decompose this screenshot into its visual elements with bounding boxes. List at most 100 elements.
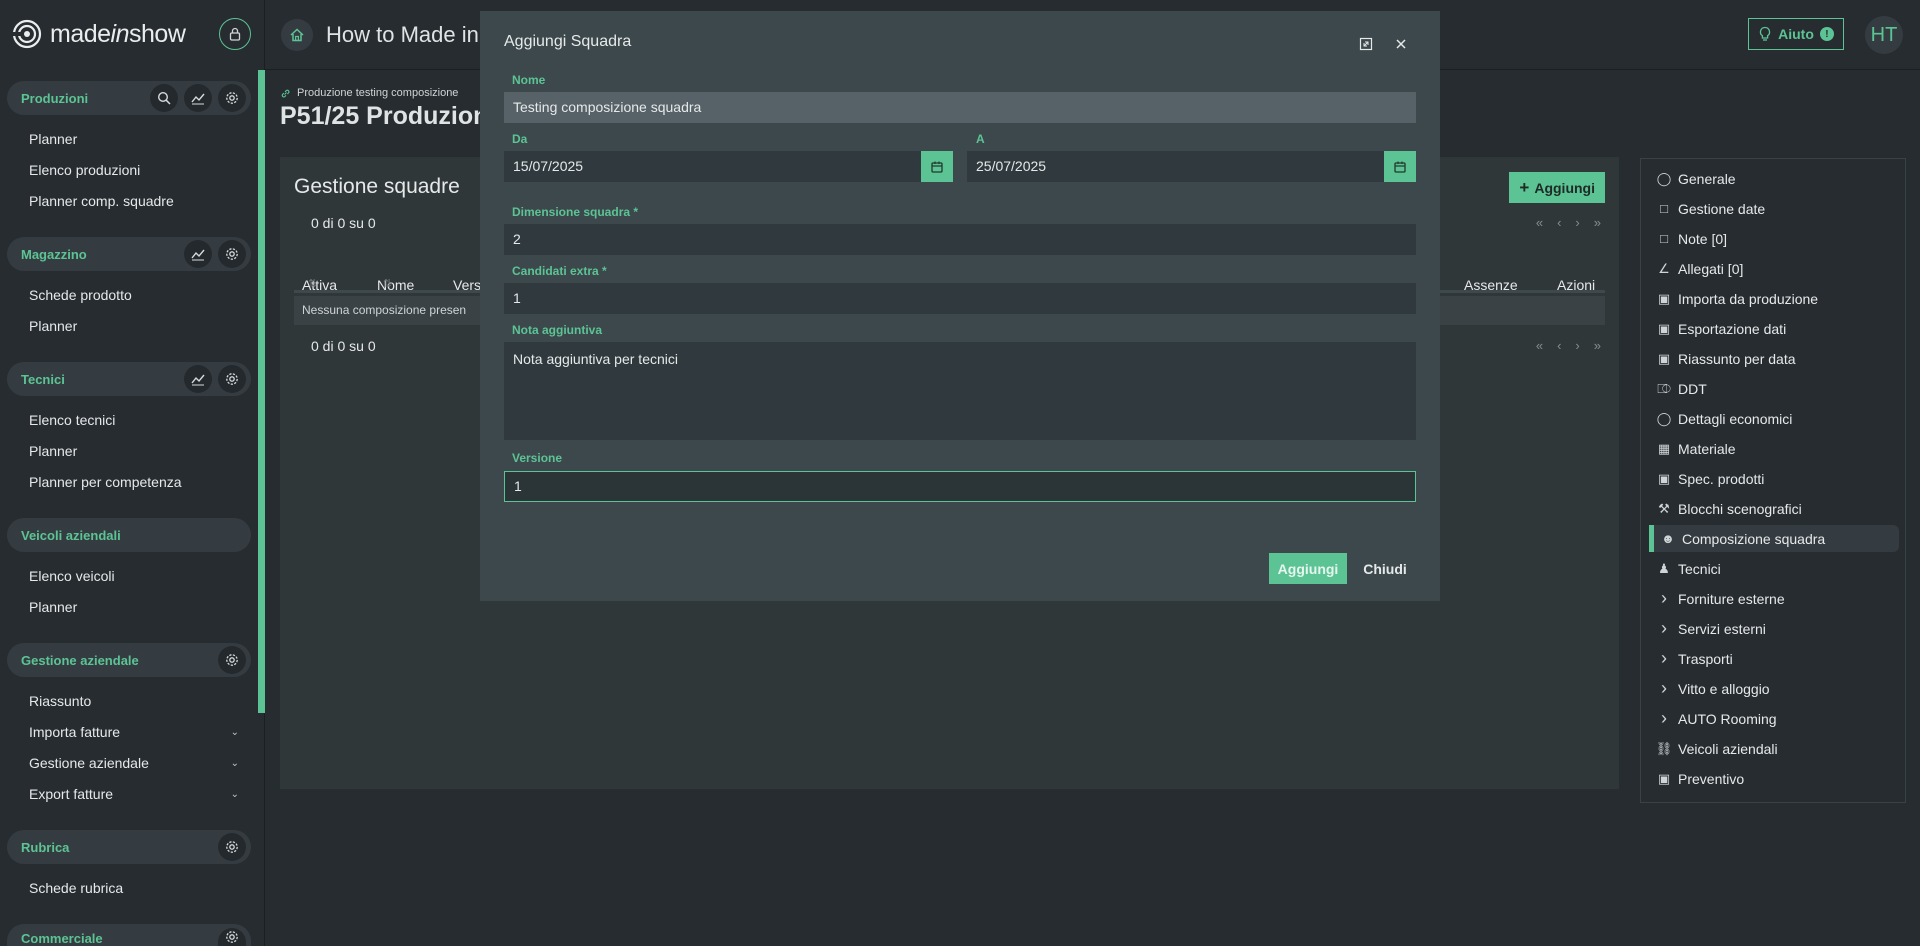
da-label: Da xyxy=(512,132,528,146)
breadcrumb[interactable]: Produzione testing composizione xyxy=(280,87,458,99)
add-squad-button[interactable]: + Aggiungi xyxy=(1509,172,1605,203)
plus-icon: + xyxy=(1519,178,1530,197)
sidebar-section-rubrica[interactable]: Rubrica xyxy=(7,830,251,864)
menu-item-tecnici[interactable]: ♟ Tecnici xyxy=(1649,555,1899,582)
sidebar-item-planner-veicoli[interactable]: Planner xyxy=(29,599,239,615)
sidebar-item-gestione-aziendale[interactable]: Gestione aziendale ⌄ xyxy=(29,755,239,771)
sidebar-item-riassunto[interactable]: Riassunto xyxy=(29,693,239,709)
sidebar-item-elenco-veicoli[interactable]: Elenco veicoli xyxy=(29,568,239,584)
menu-item-preventivo[interactable]: ▣ Preventivo xyxy=(1649,765,1899,792)
nota-textarea[interactable]: Nota aggiuntiva per tecnici xyxy=(504,342,1416,440)
menu-item-importa-da-produzione[interactable]: ▣ Importa da produzione xyxy=(1649,285,1899,312)
dimensione-input[interactable]: 2 xyxy=(504,224,1416,255)
sidebar-item-elenco-tecnici[interactable]: Elenco tecnici xyxy=(29,412,239,428)
menu-item-spec-prodotti[interactable]: ▣ Spec. prodotti xyxy=(1649,465,1899,492)
menu-item-auto-rooming[interactable]: › AUTO Rooming xyxy=(1649,705,1899,732)
sidebar-item-planner[interactable]: Planner xyxy=(29,131,239,147)
moneybag-icon: ◯ xyxy=(1656,410,1672,426)
a-date-input[interactable]: 25/07/2025 xyxy=(967,151,1385,182)
gear-icon[interactable] xyxy=(218,833,246,861)
versione-label: Versione xyxy=(512,451,563,465)
lock-button[interactable] xyxy=(219,18,251,50)
menu-item-servizi-esterni[interactable]: › Servizi esterni xyxy=(1649,615,1899,642)
last-page-icon[interactable]: » xyxy=(1594,215,1601,230)
menu-item-label: Tecnici xyxy=(1678,560,1721,577)
sidebar-item-export-fatture[interactable]: Export fatture ⌄ xyxy=(29,786,239,802)
versione-input[interactable]: 1 xyxy=(504,471,1416,502)
next-page-icon[interactable]: › xyxy=(1575,338,1579,353)
chart-line-icon[interactable] xyxy=(184,365,212,393)
candidati-input[interactable]: 1 xyxy=(504,283,1416,314)
tag-icon: ◯ xyxy=(1656,170,1672,186)
breadcrumb-label: Produzione testing composizione xyxy=(297,87,459,99)
prev-page-icon[interactable]: ‹ xyxy=(1557,215,1561,230)
menu-item-riassunto-per-data[interactable]: ▣ Riassunto per data xyxy=(1649,345,1899,372)
sidebar-item-importa-fatture[interactable]: Importa fatture ⌄ xyxy=(29,724,239,740)
menu-item-veicoli-aziendali[interactable]: ⛓ Veicoli aziendali xyxy=(1649,735,1899,762)
menu-item-composizione-squadra[interactable]: ☻ Composizione squadra xyxy=(1649,525,1899,552)
chart-line-icon[interactable] xyxy=(184,240,212,268)
brand-logo[interactable]: madeinshow xyxy=(12,16,186,52)
chevron-down-icon: ⌄ xyxy=(230,757,239,769)
gear-icon[interactable] xyxy=(218,928,246,946)
file-invoice-icon: ▣ xyxy=(1657,770,1671,786)
first-page-icon[interactable]: « xyxy=(1536,215,1543,230)
sidebar-item-planner-per-competenza[interactable]: Planner per competenza xyxy=(29,474,239,490)
gear-icon[interactable] xyxy=(218,240,246,268)
gear-icon[interactable] xyxy=(218,84,246,112)
close-button[interactable]: Chiudi xyxy=(1354,553,1416,584)
menu-item-vitto-e-alloggio[interactable]: › Vitto e alloggio xyxy=(1649,675,1899,702)
menu-item-esportazione-dati[interactable]: ▣ Esportazione dati xyxy=(1649,315,1899,342)
menu-item-label: Note [0] xyxy=(1678,230,1728,247)
nome-input[interactable]: Testing composizione squadra xyxy=(504,92,1416,123)
sidebar-item-schede-prodotto[interactable]: Schede prodotto xyxy=(29,287,239,303)
lock-icon xyxy=(229,27,241,41)
calendar-icon[interactable] xyxy=(1384,151,1416,182)
sidebar-section-magazzino[interactable]: Magazzino xyxy=(7,237,251,271)
da-date-input[interactable]: 15/07/2025 xyxy=(504,151,922,182)
menu-item-allegati-0[interactable]: ∠ Allegati [0] xyxy=(1649,255,1899,282)
menu-item-label: DDT xyxy=(1678,380,1707,397)
menu-item-forniture-esterne[interactable]: › Forniture esterne xyxy=(1649,585,1899,612)
sidebar-section-tecnici[interactable]: Tecnici xyxy=(7,362,251,396)
nav-label: Importa fatture xyxy=(29,724,121,740)
sidebar-item-planner-magazzino[interactable]: Planner xyxy=(29,318,239,334)
home-button[interactable] xyxy=(281,19,313,51)
chart-line-icon[interactable] xyxy=(184,84,212,112)
home-icon xyxy=(290,28,304,42)
first-page-icon[interactable]: « xyxy=(1536,338,1543,353)
sidebar-section-gestione-aziendale[interactable]: Gestione aziendale xyxy=(7,643,251,677)
menu-item-trasporti[interactable]: › Trasporti xyxy=(1649,645,1899,672)
menu-item-note-0[interactable]: □ Note [0] xyxy=(1649,225,1899,252)
close-icon[interactable] xyxy=(1392,35,1410,53)
sidebar-section-produzioni[interactable]: Produzioni xyxy=(7,81,251,115)
submit-button[interactable]: Aggiungi xyxy=(1269,553,1347,584)
menu-item-ddt[interactable]: ⎄ DDT xyxy=(1649,375,1899,402)
bulb-icon xyxy=(1759,26,1771,41)
sidebar-section-veicoli-aziendali[interactable]: Veicoli aziendali xyxy=(7,518,251,552)
gear-icon[interactable] xyxy=(218,646,246,674)
sidebar-item-planner-tecnici[interactable]: Planner xyxy=(29,443,239,459)
sidebar-item-planner-comp-squadre[interactable]: Planner comp. squadre xyxy=(29,193,239,209)
menu-item-dettagli-economici[interactable]: ◯ Dettagli economici xyxy=(1649,405,1899,432)
nav-label: Planner xyxy=(29,131,78,147)
paperclip-icon: ∠ xyxy=(1658,260,1670,276)
menu-item-generale[interactable]: ◯ Generale xyxy=(1649,165,1899,192)
menu-item-gestione-date[interactable]: □ Gestione date xyxy=(1649,195,1899,222)
calendar-event-icon: ▣ xyxy=(1657,350,1671,366)
avatar[interactable]: HT xyxy=(1865,16,1903,54)
menu-item-materiale[interactable]: ▦ Materiale xyxy=(1649,435,1899,462)
calendar-icon[interactable] xyxy=(921,151,953,182)
sidebar-item-elenco-produzioni[interactable]: Elenco produzioni xyxy=(29,162,239,178)
gear-icon[interactable] xyxy=(218,365,246,393)
search-icon[interactable] xyxy=(150,84,178,112)
last-page-icon[interactable]: » xyxy=(1594,338,1601,353)
menu-item-blocchi-scenografici[interactable]: ⚒ Blocchi scenografici xyxy=(1649,495,1899,522)
maximize-icon[interactable] xyxy=(1357,35,1375,53)
sidebar-section-commerciale[interactable]: Commerciale xyxy=(7,924,251,946)
next-page-icon[interactable]: › xyxy=(1575,215,1579,230)
prev-page-icon[interactable]: ‹ xyxy=(1557,338,1561,353)
note-icon: □ xyxy=(1660,231,1668,246)
help-button[interactable]: Aiuto ! xyxy=(1748,18,1844,50)
sidebar-item-schede-rubrica[interactable]: Schede rubrica xyxy=(29,880,239,896)
